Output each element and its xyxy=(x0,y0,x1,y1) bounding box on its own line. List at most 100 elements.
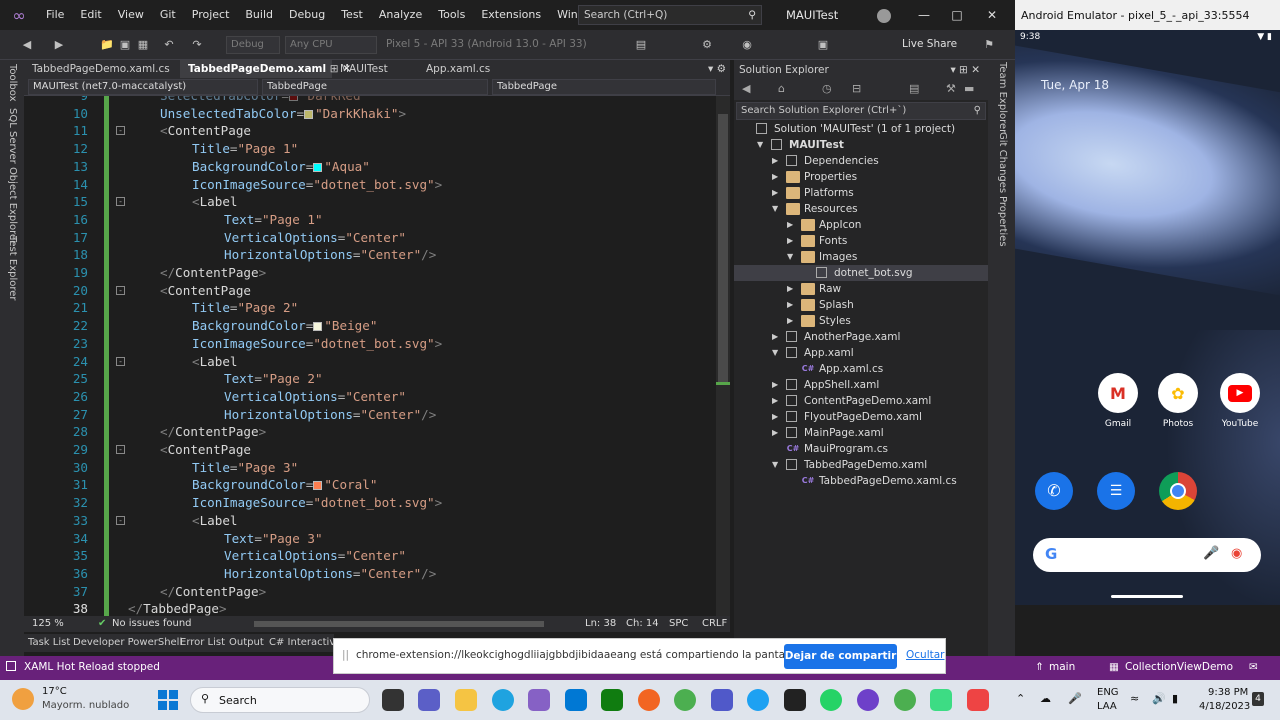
tree-item[interactable]: ▶ ContentPageDemo.xaml xyxy=(734,393,988,409)
tree-item[interactable]: C# TabbedPageDemo.xaml.cs xyxy=(734,473,988,489)
menu-file[interactable]: File xyxy=(38,0,72,30)
terminal-icon[interactable] xyxy=(784,689,806,711)
filter-icon[interactable]: ▤ xyxy=(909,82,919,95)
preview-icon[interactable]: ▬ xyxy=(964,82,974,95)
device-icon[interactable]: ▣ xyxy=(816,38,830,52)
code-line[interactable]: 30 Title="Page 3" xyxy=(24,459,716,477)
collapsed-arrow-icon[interactable]: ▶ xyxy=(787,297,797,313)
code-line[interactable]: 19 </ContentPage> xyxy=(24,264,716,282)
menu-extensions[interactable]: Extensions xyxy=(473,0,549,30)
code-line[interactable]: 26 VerticalOptions="Center" xyxy=(24,388,716,406)
menu-test[interactable]: Test xyxy=(333,0,371,30)
run-target-button[interactable]: Pixel 5 - API 33 (Android 13.0 - API 33) xyxy=(386,38,587,50)
store-icon[interactable] xyxy=(565,689,587,711)
tree-item[interactable]: ▼ MAUITest xyxy=(734,137,988,153)
tree-item[interactable]: ▶ AppIcon xyxy=(734,217,988,233)
tab-app-xaml-cs[interactable]: App.xaml.cs xyxy=(418,60,518,78)
app-red-icon[interactable] xyxy=(967,689,989,711)
repo-name[interactable]: CollectionViewDemo xyxy=(1125,661,1233,673)
code-line[interactable]: 13 BackgroundColor= "Aqua" xyxy=(24,158,716,176)
windows-start-icon[interactable] xyxy=(158,690,178,710)
xbox-icon[interactable] xyxy=(601,689,623,711)
collapsed-arrow-icon[interactable]: ▶ xyxy=(772,393,782,409)
code-line[interactable]: 21 Title="Page 2" xyxy=(24,299,716,317)
teams-chat-icon[interactable] xyxy=(418,689,440,711)
drag-handle-icon[interactable]: || xyxy=(342,649,349,661)
line-ending-indicator[interactable]: CRLF xyxy=(702,618,727,629)
menu-analyze[interactable]: Analyze xyxy=(371,0,430,30)
tab-developer-powershell[interactable]: Developer PowerShell xyxy=(73,637,182,648)
home-gesture-bar[interactable] xyxy=(1111,595,1183,598)
battery-icon[interactable]: ▮ xyxy=(1172,692,1178,705)
edge-icon[interactable] xyxy=(492,689,514,711)
notifications-icon[interactable]: ✉ xyxy=(1249,661,1258,673)
taskbar-search[interactable]: ⚲ Search xyxy=(190,687,370,713)
collapse-icon[interactable]: ⊟ xyxy=(852,82,861,95)
menu-build[interactable]: Build xyxy=(237,0,281,30)
tree-item[interactable]: dotnet_bot.svg xyxy=(734,265,988,281)
code-line[interactable]: 29 - <ContentPage xyxy=(24,441,716,459)
code-line[interactable]: 20 - <ContentPage xyxy=(24,282,716,300)
live-share-button[interactable]: Live Share xyxy=(902,38,957,50)
onedrive-icon[interactable]: ☁ xyxy=(1040,692,1051,705)
tree-item[interactable]: ▶ Splash xyxy=(734,297,988,313)
menu-debug[interactable]: Debug xyxy=(281,0,333,30)
collapsed-arrow-icon[interactable]: ▶ xyxy=(772,425,782,441)
tree-item[interactable]: ▼ TabbedPageDemo.xaml xyxy=(734,457,988,473)
photos-app[interactable]: ✿ Photos xyxy=(1148,373,1208,429)
wifi-icon[interactable]: ≈ xyxy=(1130,692,1139,705)
fold-toggle-icon[interactable]: - xyxy=(116,356,125,366)
tree-item[interactable]: C# MauiProgram.cs xyxy=(734,441,988,457)
app-purple-icon[interactable] xyxy=(857,689,879,711)
expanded-arrow-icon[interactable]: ▼ xyxy=(757,137,767,153)
back-icon[interactable]: ◀ xyxy=(20,38,34,52)
tree-item[interactable]: ▶ Platforms xyxy=(734,185,988,201)
collapsed-arrow-icon[interactable]: ▶ xyxy=(772,185,782,201)
menu-view[interactable]: View xyxy=(110,0,152,30)
undo-icon[interactable]: ↶ xyxy=(162,38,176,52)
expanded-arrow-icon[interactable]: ▼ xyxy=(787,249,797,265)
panel-options-icon[interactable]: ▾ ⊞ ✕ xyxy=(950,60,980,80)
expanded-arrow-icon[interactable]: ▼ xyxy=(772,457,782,473)
notification-count[interactable]: 4 xyxy=(1252,692,1264,706)
editor-vertical-scrollbar[interactable] xyxy=(716,96,730,616)
collapsed-arrow-icon[interactable]: ▶ xyxy=(787,313,797,329)
tree-item[interactable]: ▼ Resources xyxy=(734,201,988,217)
tree-item[interactable]: ▶ Fonts xyxy=(734,233,988,249)
gmail-app[interactable]: M Gmail xyxy=(1088,373,1148,429)
code-line[interactable]: 16 Text="Page 1" xyxy=(24,211,716,229)
tray-chevron-icon[interactable]: ⌃ xyxy=(1016,692,1025,705)
config-select[interactable]: Debug xyxy=(226,36,280,54)
youtube-app[interactable]: ▶ YouTube xyxy=(1210,373,1270,429)
language-code[interactable]: ENG xyxy=(1097,687,1119,698)
fold-toggle-icon[interactable]: - xyxy=(116,197,125,207)
phone-dialer-icon[interactable]: ✆ xyxy=(1035,472,1073,510)
code-line[interactable]: 25 Text="Page 2" xyxy=(24,370,716,388)
volume-icon[interactable]: 🔊 xyxy=(1152,692,1166,705)
collapsed-arrow-icon[interactable]: ▶ xyxy=(772,377,782,393)
git-changes-tab[interactable]: Git Changes xyxy=(997,132,1008,193)
se-back-icon[interactable]: ◀ xyxy=(742,82,750,95)
fold-toggle-icon[interactable]: - xyxy=(116,126,125,136)
file-explorer-icon[interactable] xyxy=(455,689,477,711)
app-orange-icon[interactable] xyxy=(638,689,660,711)
solution-explorer-search[interactable]: Search Solution Explorer (Ctrl+`) ⚲ xyxy=(736,102,986,120)
google-search-bar[interactable]: G 🎤 ◉ xyxy=(1033,538,1261,572)
hide-link[interactable]: Ocultar xyxy=(906,649,944,661)
zoom-level[interactable]: 125 % xyxy=(32,618,64,629)
code-line[interactable]: 35 VerticalOptions="Center" xyxy=(24,547,716,565)
code-line[interactable]: 22 BackgroundColor= "Beige" xyxy=(24,317,716,335)
tab-error-list[interactable]: Error List xyxy=(180,637,225,648)
tree-item[interactable]: ▶ FlyoutPageDemo.xaml xyxy=(734,409,988,425)
tree-item[interactable]: ▶ Dependencies xyxy=(734,153,988,169)
fold-toggle-icon[interactable]: - xyxy=(116,515,125,525)
tree-item[interactable]: ▼ App.xaml xyxy=(734,345,988,361)
hot-reload-icon[interactable]: ⚙ xyxy=(700,38,714,52)
tab-csharp-interactive[interactable]: C# Interactive xyxy=(269,637,341,648)
horizontal-scrollbar[interactable] xyxy=(254,621,544,627)
save-all-icon[interactable]: ▦ xyxy=(136,38,150,52)
tab-tabbedpagedemo-xaml-cs[interactable]: TabbedPageDemo.xaml.cs xyxy=(24,60,180,78)
expanded-arrow-icon[interactable]: ▼ xyxy=(772,201,782,217)
tree-item[interactable]: ▶ MainPage.xaml xyxy=(734,425,988,441)
whatsapp-icon[interactable] xyxy=(820,689,842,711)
